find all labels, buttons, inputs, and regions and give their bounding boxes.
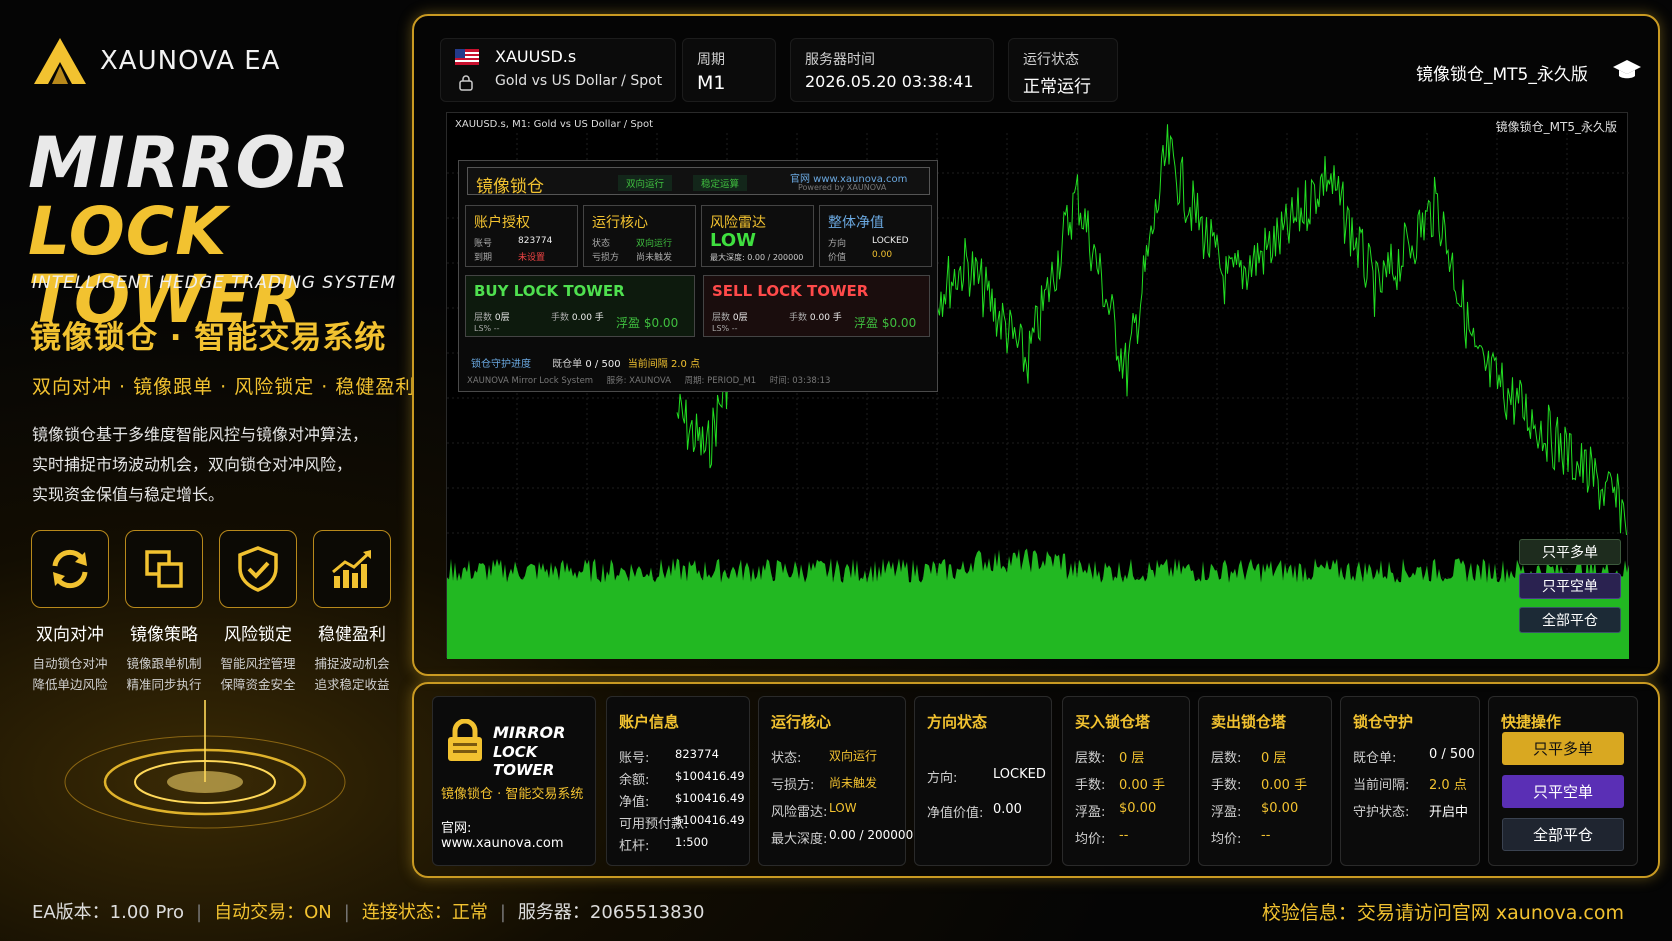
connection-status: 连接状态：正常: [361, 902, 488, 923]
xaunova-logo-icon: [34, 38, 86, 84]
overlay-header: 镜像锁仓 双向运行 稳定运算 官网 www.xaunova.com Powere…: [467, 167, 930, 197]
overlay-card-account: 账户授权 账号 823774 到期 未设置: [465, 205, 578, 267]
info-row: 守护状态: 开启中: [1353, 805, 1469, 820]
info-row: 浮盈: $0.00: [1075, 801, 1157, 820]
info-row: 手数: 0.00 手: [1211, 778, 1308, 793]
brand-name: XAUNOVA EA: [100, 46, 281, 76]
info-row: 可用预付款: $100416.49: [619, 813, 745, 832]
auto-trade-status: 自动交易：ON: [214, 902, 332, 923]
sell-tower-box: 卖出锁仓塔 层数: 0 层手数: 0.00 手浮盈: $0.00 均价: --: [1198, 696, 1332, 866]
info-row: 当前间隔: 2.0 点: [1353, 778, 1467, 793]
description: 镜像锁仓基于多维度智能风控与镜像对冲算法， 实时捕捉市场波动机会，双向锁仓对冲风…: [32, 425, 369, 504]
brand-logo: XAUNOVA EA: [32, 36, 280, 86]
period-box[interactable]: 周期 M1: [682, 38, 776, 102]
info-row: 净值价值: 0.00: [927, 802, 1022, 821]
run-status-box: 运行状态 正常运行: [1008, 38, 1118, 102]
guard-box: 锁仓守护 既仓单: 0 / 500 当前间隔: 2.0 点守护状态: 开启中: [1340, 696, 1480, 866]
info-row: 浮盈: $0.00: [1211, 801, 1299, 820]
overlay-progress: 锁仓守护进度 既仓单 0 / 500 当前间隔 2.0 点: [471, 359, 701, 370]
feature-hedge: 双向对冲 自动锁仓对冲 降低单边风险: [28, 530, 112, 695]
info-row: 层数: 0 层: [1211, 751, 1287, 766]
info-row: 既仓单: 0 / 500: [1353, 747, 1475, 766]
chart-title: XAUUSD.s, M1: Gold vs US Dollar / Spot: [455, 119, 654, 130]
account-info-box: 账户信息 账号: 823774 余额: $100416.49 净值: $100416.49…: [606, 696, 750, 866]
panel-logo-box: MIRROR LOCK TOWER 镜像锁仓 · 智能交易系统 官网: www.…: [432, 696, 596, 866]
symbol-desc: Gold vs US Dollar / Spot: [495, 73, 663, 89]
close-sell-button[interactable]: 只平空单: [1502, 775, 1624, 808]
info-row: 手数: 0.00 手: [1075, 778, 1166, 793]
info-row: 方向: LOCKED: [927, 767, 1046, 786]
chart-close-buy-button[interactable]: 只平多单: [1519, 539, 1621, 565]
symbol-name: XAUUSD.s: [495, 47, 577, 66]
info-row: 状态: 双向运行: [771, 749, 878, 766]
run-core-box: 运行核心 状态: 双向运行 亏损方: 尚未触发 风险雷达: LOW 最大深度: 0.00 / …: [758, 696, 914, 866]
title-mirror: MIRROR: [28, 122, 351, 204]
close-buy-button[interactable]: 只平多单: [1502, 732, 1624, 765]
info-row: 最大深度: 0.00 / 200000: [771, 828, 914, 847]
chart-close-sell-button[interactable]: 只平空单: [1519, 573, 1621, 599]
tagline: 双向对冲 · 镜像跟单 · 风险锁定 · 稳健盈利: [32, 376, 416, 398]
left-brand-panel: XAUNOVA EA MIRROR LOCK TOWER INTELLIGENT…: [0, 0, 704, 941]
product-name: 镜像锁仓_MT5_永久版: [1416, 65, 1588, 85]
info-row: 余额: $100416.49: [619, 769, 745, 788]
padlock-icon: [448, 719, 482, 761]
info-row: 亏损方: 尚未触发: [771, 776, 878, 793]
overlay-buy-tower: BUY LOCK TOWER 层数 0层 手数 0.00 手 LS% -- 浮盈…: [465, 275, 695, 337]
ea-version: EA版本：1.00 Pro: [32, 902, 185, 923]
buy-tower-box: 买入锁仓塔 层数: 0 层手数: 0.00 手浮盈: $0.00 均价: --: [1062, 696, 1190, 866]
server-time-box: 服务器时间 2026.05.20 03:38:41: [790, 38, 994, 102]
overlay-card-core: 运行核心 状态 双向运行 亏损方 尚未触发: [583, 205, 696, 267]
shield-check-icon: [238, 546, 278, 592]
period-value: M1: [697, 72, 726, 94]
ea-overlay-panel: 镜像锁仓 双向运行 稳定运算 官网 www.xaunova.com Powere…: [458, 160, 938, 392]
subtitle-en: INTELLIGENT HEDGE TRADING SYSTEM: [32, 273, 397, 293]
symbol-box[interactable]: XAUUSD.s Gold vs US Dollar / Spot: [440, 38, 676, 102]
lock-icon: [459, 75, 473, 91]
server-id: 服务器：2065513830: [517, 902, 705, 923]
direction-box: 方向状态 方向: LOCKED 净值价值: 0.00: [914, 696, 1052, 866]
overlay-sell-tower: SELL LOCK TOWER 层数 0层 手数 0.00 手 LS% -- 浮…: [703, 275, 930, 337]
info-row: 杠杆: 1:500: [619, 835, 709, 854]
overlay-footer: XAUNOVA Mirror Lock System 服务: XAUNOVA 周…: [467, 376, 831, 386]
volume-area: [447, 548, 1629, 659]
verify-info: 校验信息：交易请访问官网 xaunova.com: [1261, 902, 1624, 924]
feature-mirror: 镜像策略 镜像跟单机制 精准同步执行: [122, 530, 206, 695]
decorative-gold-rings: [64, 700, 346, 829]
growth-chart-icon: [332, 550, 371, 588]
status-footer: EA版本：1.00 Pro | 自动交易：ON | 连接状态：正常 | 服务器：206551…: [32, 902, 705, 923]
graduation-cap-icon: [1613, 60, 1641, 79]
server-time: 2026.05.20 03:38:41: [805, 72, 974, 91]
subtitle-cn: 镜像锁仓 · 智能交易系统: [30, 320, 387, 356]
feature-profit: 稳健盈利 捕捉波动机会 追求稳定收益: [310, 530, 394, 695]
info-row: 均价: --: [1211, 828, 1271, 847]
info-row: 均价: --: [1075, 828, 1129, 847]
info-row: 净值: $100416.49: [619, 791, 745, 810]
info-row: 账号: 823774: [619, 747, 719, 766]
us-flag-icon: [455, 49, 479, 65]
chart-product: 镜像锁仓_MT5_永久版: [1495, 120, 1617, 134]
feature-risk-lock: 风险锁定 智能风控管理 保障资金安全: [216, 530, 300, 695]
refresh-icon: [52, 549, 88, 589]
chart-close-all-button[interactable]: 全部平仓: [1519, 607, 1621, 633]
close-all-button[interactable]: 全部平仓: [1502, 818, 1624, 851]
overlay-card-risk: 风险雷达 LOW 最大深度: 0.00 / 200000: [701, 205, 814, 267]
info-row: 层数: 0 层: [1075, 751, 1145, 766]
app-window: XAUNOVA EA MIRROR LOCK TOWER INTELLIGENT…: [0, 0, 1672, 941]
overlay-card-equity: 整体净值 方向 LOCKED 价值 0.00: [819, 205, 932, 267]
info-row: 风险雷达: LOW: [771, 801, 857, 820]
run-status: 正常运行: [1023, 77, 1091, 97]
mirror-icon: [145, 550, 183, 588]
